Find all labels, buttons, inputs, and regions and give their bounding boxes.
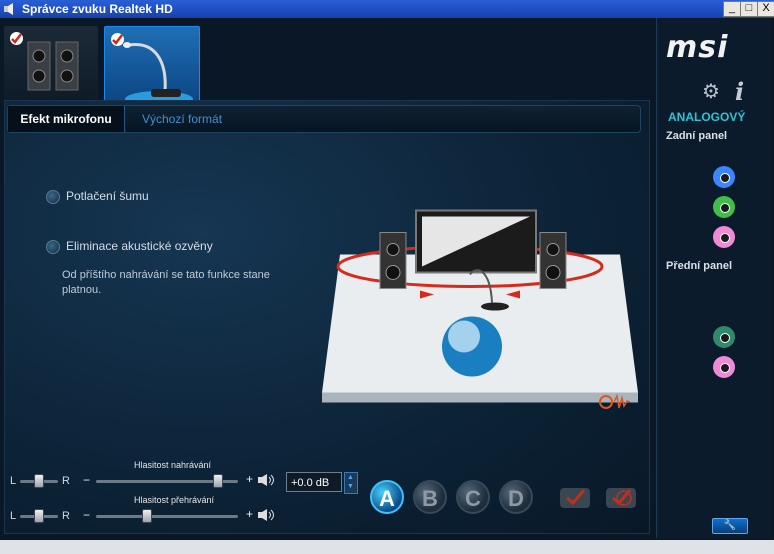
speaker-pair-icon	[27, 41, 79, 91]
playback-volume-label: Hlasitost přehrávání	[134, 495, 215, 505]
gain-spinner[interactable]: ▲ ▼	[344, 472, 358, 494]
save-check-button[interactable]	[604, 484, 638, 512]
gain-value-field[interactable]: +0.0 dB	[286, 472, 342, 492]
rear-panel-label: Zadní panel	[666, 130, 728, 142]
speaker-app-icon	[4, 3, 13, 15]
window-title: Správce zvuku Realtek HD	[22, 2, 173, 16]
spin-down-icon[interactable]: ▼	[347, 483, 354, 490]
playback-left-label: L	[10, 510, 17, 522]
tab-default-format[interactable]: Výchozí formát	[142, 106, 222, 132]
balance-left-label: L	[10, 475, 17, 487]
recording-balance-thumb[interactable]	[34, 474, 44, 488]
playback-minus-button[interactable]: −	[83, 508, 90, 522]
maximize-button[interactable]: □	[740, 1, 758, 17]
front-jack-green[interactable]	[713, 326, 735, 348]
tab-bar: Efekt mikrofonu Výchozí formát	[7, 105, 641, 133]
recording-minus-button[interactable]: −	[83, 473, 90, 487]
front-jack-pink[interactable]	[713, 356, 735, 378]
noise-suppression-radio[interactable]	[46, 190, 60, 204]
wrench-settings-button[interactable]: 🔧	[712, 518, 748, 534]
check-icon	[10, 32, 23, 45]
brand-logo: msi	[666, 30, 729, 65]
rear-jack-pink[interactable]	[713, 226, 735, 248]
echo-cancellation-radio[interactable]	[46, 240, 60, 254]
speaker-volume-icon	[258, 509, 274, 521]
rear-jack-green[interactable]	[713, 196, 735, 218]
minimize-button[interactable]: _	[723, 1, 741, 17]
preset-d-button[interactable]: D	[499, 480, 533, 514]
spin-up-icon[interactable]: ▲	[347, 474, 354, 481]
noise-suppression-label: Potlačení šumu	[66, 189, 149, 203]
recording-volume-thumb[interactable]	[212, 474, 223, 488]
recording-plus-button[interactable]: +	[246, 472, 253, 486]
analog-heading: ANALOGOVÝ	[668, 110, 746, 124]
speaker-volume-icon	[258, 474, 274, 486]
playback-volume-thumb[interactable]	[141, 509, 152, 523]
preset-b-button[interactable]: B	[413, 480, 447, 514]
close-button[interactable]: X	[757, 1, 774, 17]
room-illustration	[322, 209, 638, 403]
bottom-edge	[0, 540, 774, 554]
apply-check-button[interactable]	[558, 484, 592, 512]
echo-cancellation-label: Eliminace akustické ozvěny	[66, 239, 213, 253]
playback-plus-button[interactable]: +	[246, 507, 253, 521]
rear-jack-blue[interactable]	[713, 166, 735, 188]
front-panel-label: Přední panel	[666, 260, 733, 272]
gear-icon[interactable]: ⚙	[702, 79, 720, 104]
tab-microphone-effect[interactable]: Efekt mikrofonu	[8, 106, 125, 132]
note-text: Od příštího nahrávání se tato funkce sta…	[62, 269, 270, 296]
preset-a-button[interactable]: A	[370, 480, 404, 514]
fan-icon	[599, 393, 631, 409]
title-bar: Správce zvuku Realtek HD _ □ X	[0, 0, 774, 18]
playback-balance-thumb[interactable]	[34, 509, 44, 523]
playback-volume-track[interactable]	[96, 515, 238, 518]
playback-right-label: R	[62, 510, 70, 522]
preset-c-button[interactable]: C	[456, 480, 490, 514]
info-icon[interactable]: i	[735, 77, 744, 106]
balance-right-label: R	[62, 475, 70, 487]
recording-volume-label: Hlasitost nahrávání	[134, 460, 212, 470]
